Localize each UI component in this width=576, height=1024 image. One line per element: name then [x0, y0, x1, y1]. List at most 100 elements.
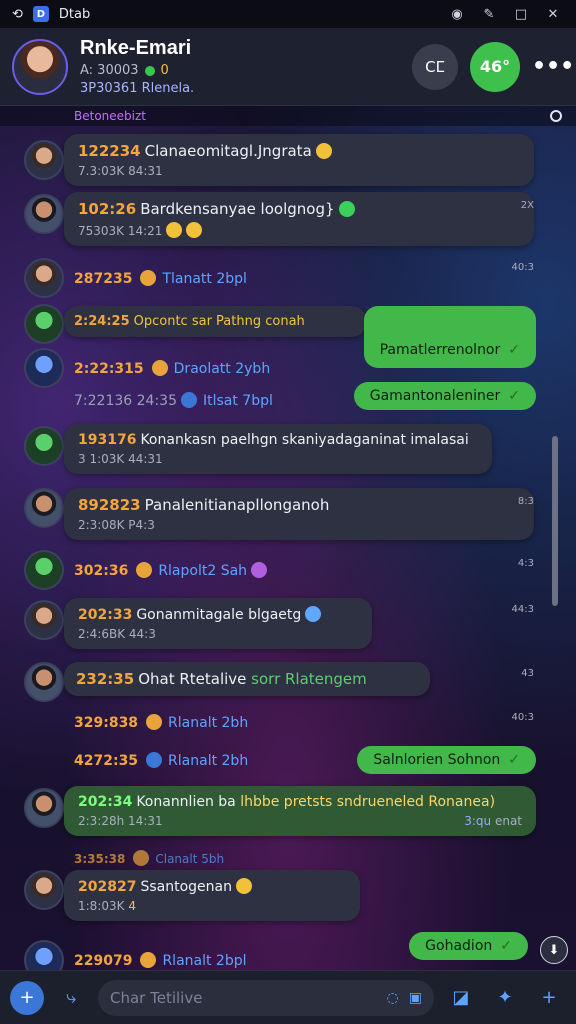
media-icon[interactable]: ▣: [409, 990, 422, 1006]
message-sender-id: 229079: [74, 953, 133, 969]
sender-avatar[interactable]: [24, 488, 64, 528]
maximize-button[interactable]: □: [510, 7, 532, 22]
message-bubble[interactable]: 232:35 Ohat Rtetalive sorr Rlatengem: [64, 662, 430, 696]
message-bubble[interactable]: 122234 Clanaeomitagl.Jngrata 7.3:03K 84:3…: [64, 134, 534, 186]
message-sender-id: 302:36: [74, 563, 129, 579]
message-text: Clanaeomitagl.Jngrata: [144, 142, 312, 160]
outgoing-text: Salnlorien Sohnon: [373, 752, 501, 768]
message-sender-id: 193176: [78, 432, 137, 448]
message-sender-id: 122234: [78, 142, 141, 160]
pinned-label: Betoneebizt: [74, 109, 146, 123]
outgoing-text: Gohadion: [425, 938, 493, 954]
message-bubble[interactable]: 202:33 Gonanmitagale blgaetg 2:4:6BK 44:3: [64, 598, 372, 649]
message-time: 2X: [520, 200, 534, 211]
plus-icon[interactable]: +: [532, 981, 566, 1015]
emoji-icon: [151, 360, 168, 376]
share-icon[interactable]: ⤷: [54, 981, 88, 1015]
message-text: Ssantogenan: [140, 879, 232, 895]
outgoing-message[interactable]: Salnlorien Sohnon ✓: [357, 746, 536, 774]
message-input-wrap[interactable]: ◌ ▣: [98, 979, 434, 1016]
message-sender-id: 2:22:315: [74, 361, 144, 377]
delivered-check-icon: ✓: [508, 388, 520, 404]
message-tail: 4: [128, 899, 136, 913]
message-list[interactable]: 122234 Clanaeomitagl.Jngrata 7.3:03K 84:3…: [0, 126, 576, 980]
sender-avatar[interactable]: [24, 140, 64, 180]
emoji-icon: [133, 850, 150, 866]
system-line: 3:35:38 Clanalt 5bh: [74, 850, 224, 866]
sender-avatar[interactable]: [24, 550, 64, 590]
message-meta: 3 1:03K 44:31: [78, 452, 163, 466]
pinned-status-icon[interactable]: [550, 110, 562, 122]
emoji-icon: [146, 714, 163, 730]
message-sender-id: 102:26: [78, 200, 137, 218]
contact-info[interactable]: Rnke-Emari A: 30003 0 3P30361 Rlenela.: [80, 37, 400, 96]
outgoing-message[interactable]: Pamatlerrenolnor ✓: [363, 306, 536, 368]
message-label[interactable]: Tlanatt 2bpl: [162, 271, 246, 287]
record-icon[interactable]: ◉: [446, 7, 468, 22]
message-bubble[interactable]: 2:24:25 Opcontc sar Pathng conah: [64, 306, 366, 337]
os-title-bar: ⟲ D Dtab ◉ ✎ □ ✕: [0, 0, 576, 28]
sender-avatar[interactable]: [24, 348, 64, 388]
sender-avatar[interactable]: [24, 426, 64, 466]
chat-bubble-icon[interactable]: ◌: [387, 990, 399, 1006]
message-meta: 24:35: [136, 393, 177, 409]
emoji-icon: [338, 201, 355, 217]
sender-avatar[interactable]: [24, 194, 64, 234]
message-bubble[interactable]: 102:26 Bardkensanyae loolgnog} 75303K 14:…: [64, 192, 534, 246]
more-options-button[interactable]: •••: [532, 54, 574, 79]
scroll-to-bottom-button[interactable]: ⬇: [540, 936, 568, 964]
voice-call-button[interactable]: Cⵎ: [412, 43, 458, 90]
chat-scrollbar[interactable]: [552, 436, 558, 606]
sender-avatar[interactable]: [24, 600, 64, 640]
message-bubble[interactable]: 193176 Konankasn paelhgn skaniyadaganinat…: [64, 424, 492, 474]
emoji-icon: [146, 752, 163, 768]
contact-subline: 3P30361 Rlenela.: [80, 81, 195, 96]
message-highlight: sorr Rlatengem: [251, 670, 367, 688]
pinned-message-bar[interactable]: Betoneebizt: [0, 106, 576, 126]
outgoing-message[interactable]: Gamantonaleniner ✓: [353, 382, 536, 410]
message-label[interactable]: Itlsat 7bpl: [203, 393, 273, 409]
message-bubble[interactable]: 202827 Ssantogenan 1:8:03K 4: [64, 870, 360, 921]
emoji-icon: [140, 270, 157, 286]
back-icon[interactable]: ⟲: [12, 7, 23, 22]
app-logo-icon: D: [32, 6, 49, 22]
sender-avatar[interactable]: [24, 788, 64, 828]
sender-avatar[interactable]: [24, 304, 64, 344]
message-meta: 75303K 14:21: [78, 224, 163, 238]
message-meta: 2:4:6BK 44:3: [78, 627, 156, 641]
message-label[interactable]: Rlanalt 2bh: [168, 753, 248, 769]
message-meta: 2:3:28h 14:31: [78, 814, 163, 828]
system-line: 302:36 Rlapolt2 Sah: [74, 562, 273, 579]
message-bubble[interactable]: 892823 Panalenitianapllonganoh 2:3:08K P4…: [64, 488, 534, 540]
message-text: Opcontc sar Pathng conah: [133, 314, 305, 329]
sticker-icon[interactable]: ◪: [444, 981, 478, 1015]
close-button[interactable]: ✕: [542, 7, 564, 22]
message-text: Panalenitianapllonganoh: [144, 496, 330, 514]
video-call-button[interactable]: 46°: [470, 41, 520, 92]
message-sender-id: 202827: [78, 879, 137, 895]
gif-icon[interactable]: ✦: [488, 981, 522, 1015]
window-title: Dtab: [58, 6, 91, 22]
message-time: 40:3: [511, 712, 534, 723]
system-line: 4272:35 Rlanalt 2bh: [74, 752, 248, 769]
sender-avatar[interactable]: [24, 870, 64, 910]
message-label[interactable]: Draolatt 2ybh: [174, 361, 271, 377]
sender-avatar[interactable]: [24, 258, 64, 298]
add-attachment-button[interactable]: +: [10, 980, 44, 1015]
emoji-icon: [251, 562, 268, 578]
message-label[interactable]: Clanalt 5bh: [155, 852, 224, 866]
pin-icon[interactable]: ✎: [478, 7, 500, 22]
message-input[interactable]: [110, 988, 377, 1007]
contact-name: Rnke-Emari: [80, 37, 192, 59]
contact-avatar[interactable]: [12, 38, 68, 95]
message-time: 44:3: [511, 604, 534, 615]
message-label[interactable]: Rlanalt 2bpl: [162, 953, 246, 969]
emoji-icon: [180, 392, 197, 408]
message-sender-id: 4272:35: [74, 753, 139, 769]
outgoing-message[interactable]: Gohadion ✓: [409, 932, 528, 960]
message-label[interactable]: Rlapolt2 Sah: [158, 563, 247, 579]
message-label[interactable]: Rlanalt 2bh: [168, 715, 248, 731]
message-bubble[interactable]: 202:34 Konannlien ba lhbbe pretsts sndrue…: [64, 786, 536, 836]
sender-avatar[interactable]: [24, 662, 64, 702]
message-meta: 2:3:08K P4:3: [78, 518, 155, 532]
